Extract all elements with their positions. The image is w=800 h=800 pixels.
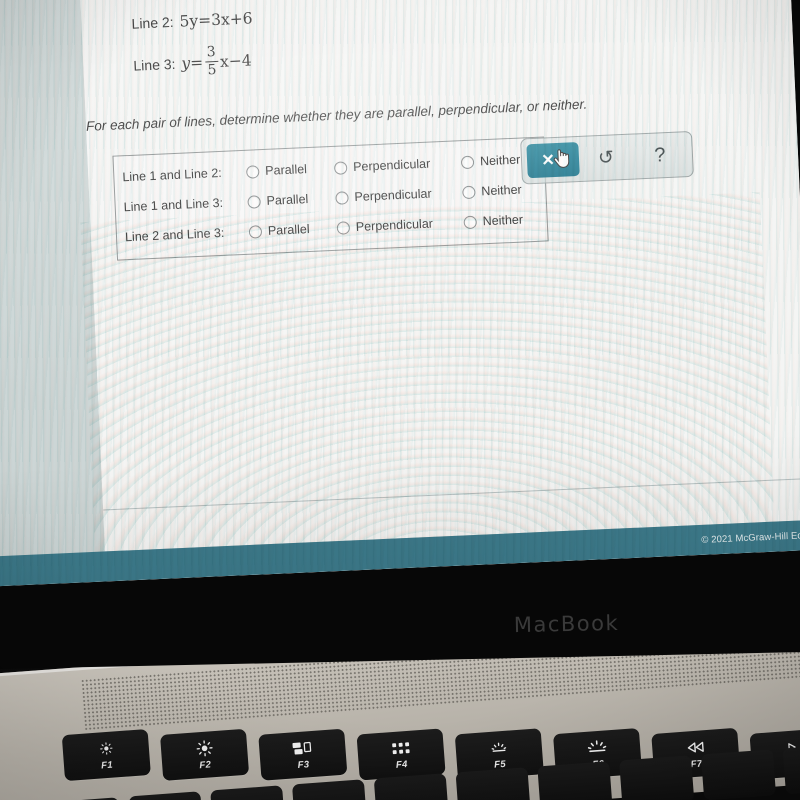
row-label-line1-line3: Line 1 and Line 3: [123, 195, 224, 215]
keyboard-backlight-up-icon [585, 738, 608, 758]
radio-option-parallel-row3[interactable]: Parallel [248, 221, 324, 239]
macbook-brand-label: MacBook [513, 610, 620, 638]
radio-label: Parallel [267, 222, 310, 238]
equation-line-2-expr: 5y=3x+6 [179, 9, 253, 31]
key-row2-c[interactable] [128, 791, 204, 800]
radio-button-icon[interactable] [333, 160, 348, 175]
keyboard-backlight-down-icon [488, 738, 509, 757]
radio-option-neither-row1[interactable]: Neither [460, 152, 521, 170]
fraction-three-fifths: 3 5 [204, 44, 219, 79]
copyright-text: © 2021 McGraw-Hill Educ [701, 529, 800, 546]
radio-button-icon[interactable] [336, 220, 351, 235]
key-f1[interactable]: F1 [61, 728, 151, 782]
radio-button-icon[interactable] [247, 194, 261, 209]
key-row2-g[interactable] [455, 767, 531, 800]
equation-line-3: Line 3: y= 3 5 x−4 [133, 44, 265, 82]
radio-option-perpendicular-row2[interactable]: Perpendicular [335, 186, 449, 205]
brightness-down-icon [98, 739, 114, 758]
radio-option-parallel-row1[interactable]: Parallel [245, 161, 321, 179]
screen-bezel: MacBook The equations of three lines are… [0, 0, 800, 670]
equation-line-3-label: Line 3: [133, 56, 176, 74]
key-f4[interactable]: F4 [356, 728, 446, 781]
key-row2-h[interactable] [537, 761, 613, 800]
radio-label: Perpendicular [352, 156, 431, 175]
key-row2-f[interactable] [373, 773, 449, 800]
radio-option-perpendicular-row3[interactable]: Perpendicular [336, 216, 451, 235]
hand-cursor-icon [553, 149, 570, 168]
radio-option-perpendicular-row1[interactable]: Perpendicular [333, 156, 448, 175]
radio-button-icon[interactable] [462, 185, 476, 199]
mission-control-icon [291, 738, 314, 758]
equation-line-3-suffix: x−4 [219, 51, 253, 72]
radio-label: Perpendicular [355, 216, 434, 234]
fraction-numerator: 3 [206, 44, 216, 61]
help-icon: ? [653, 143, 666, 167]
radio-label: Perpendicular [354, 186, 432, 204]
equation-line-2-label: Line 2: [131, 13, 174, 32]
key-f2-label: F2 [198, 758, 212, 771]
equation-line-2: Line 2: 5y=3x+6 [131, 9, 263, 33]
radio-label: Neither [479, 152, 521, 169]
key-f3[interactable]: F3 [258, 728, 348, 781]
undo-button[interactable]: ↺ [579, 145, 634, 170]
photo-of-laptop-screen: F1 F2 F3 F4 F5 F7 MacBook Line 2: 5y=3x+… [0, 0, 800, 800]
key-f3-label: F3 [297, 758, 310, 771]
tool-panel: ✕ ↺ ? [520, 130, 694, 185]
key-row2-j[interactable] [700, 749, 777, 800]
brightness-up-icon [195, 739, 213, 758]
radio-button-icon[interactable] [248, 224, 263, 239]
equation-line-3-prefix: y= [181, 53, 204, 73]
radio-label: Neither [481, 182, 522, 199]
radio-label: Neither [482, 212, 524, 229]
radio-option-parallel-row2[interactable]: Parallel [247, 191, 322, 209]
key-row2-d[interactable] [210, 785, 286, 800]
row-label-line2-line3: Line 2 and Line 3: [124, 225, 225, 245]
answer-table: Line 1 and Line 2: Parallel Perpendicula… [112, 136, 549, 261]
radio-button-icon[interactable] [335, 190, 349, 205]
radio-option-neither-row3[interactable]: Neither [463, 213, 523, 230]
fraction-denominator: 5 [207, 61, 217, 79]
row-label-line1-line2: Line 1 and Line 2: [122, 165, 222, 185]
radio-option-neither-row2[interactable]: Neither [462, 183, 522, 200]
launchpad-icon [390, 738, 410, 757]
key-f4-label: F4 [395, 758, 409, 771]
radio-label: Parallel [266, 192, 309, 208]
key-row2-k[interactable] [782, 743, 800, 795]
laptop-screen: The equations of three lines are given b… [0, 0, 800, 588]
radio-label: Parallel [264, 162, 308, 178]
key-row2-i[interactable] [619, 755, 695, 800]
key-f1-label: F1 [100, 759, 114, 771]
radio-button-icon[interactable] [463, 215, 478, 229]
key-f2[interactable]: F2 [160, 728, 250, 781]
undo-icon: ↺ [597, 146, 615, 169]
radio-button-icon[interactable] [460, 155, 475, 169]
rewind-icon [684, 738, 706, 757]
help-button[interactable]: ? [632, 143, 687, 168]
radio-button-icon[interactable] [245, 164, 260, 179]
clear-button[interactable]: ✕ [526, 141, 580, 179]
key-row2-e[interactable] [291, 779, 368, 800]
equations-list: Line 1: 10x+6y=6 Line 2: 5y=3x+6 Line 3:… [130, 0, 266, 99]
